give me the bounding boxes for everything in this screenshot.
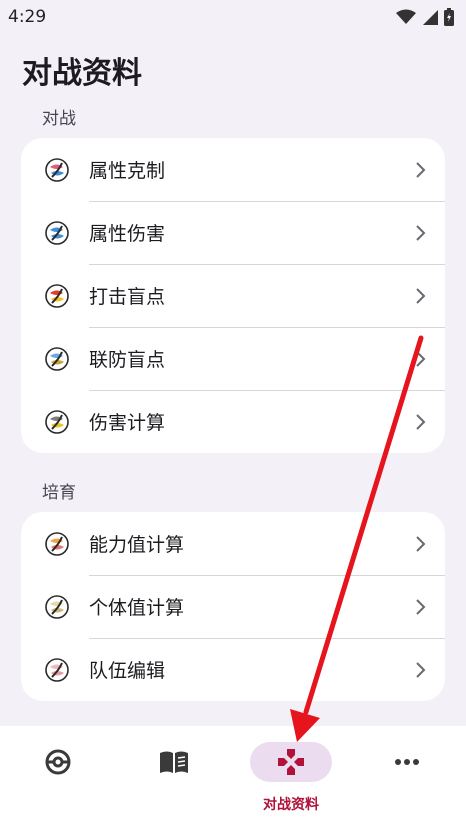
list-item[interactable]: 属性克制: [21, 138, 445, 201]
damage-calc-ball-icon: [45, 409, 69, 434]
chevron-right-icon: [416, 535, 426, 552]
team-edit-ball-icon: [45, 657, 69, 682]
list-item-label: 属性克制: [89, 160, 166, 182]
section-label-battle: 对战: [42, 109, 76, 129]
list-item[interactable]: 伤害计算: [21, 390, 445, 453]
list-item-label: 属性伤害: [89, 223, 166, 245]
stats-calc-ball-icon: [45, 531, 69, 556]
nav-more[interactable]: [349, 726, 465, 830]
list-item-label: 个体值计算: [89, 597, 185, 619]
nav-guide[interactable]: [116, 726, 232, 830]
chevron-right-icon: [416, 161, 426, 178]
status-icons: [396, 8, 454, 26]
more-icon: [395, 759, 419, 765]
wifi-icon: [396, 9, 416, 24]
nav-label-battle-data: 对战资料: [263, 797, 319, 813]
defense-ball-icon: [45, 346, 69, 371]
nav-battle-data[interactable]: 对战资料: [233, 726, 349, 830]
chevron-right-icon: [416, 598, 426, 615]
list-item[interactable]: 队伍编辑: [21, 638, 445, 701]
chevron-right-icon: [416, 287, 426, 304]
chevron-right-icon: [416, 661, 426, 678]
list-item-label: 能力值计算: [89, 534, 185, 556]
list-item-label: 队伍编辑: [89, 660, 166, 682]
nav-pill: [133, 742, 215, 782]
type-damage-ball-icon: [45, 220, 69, 245]
status-bar: 4:29: [0, 0, 466, 34]
battle-card: 属性克制属性伤害打击盲点联防盲点伤害计算: [21, 138, 445, 453]
list-item-label: 打击盲点: [89, 286, 166, 308]
chevron-right-icon: [416, 413, 426, 430]
nav-pill: [17, 742, 99, 782]
coverage-ball-icon: [45, 283, 69, 308]
nav-pill-active: [250, 742, 332, 782]
battery-icon: [444, 8, 454, 26]
status-time: 4:29: [8, 7, 47, 27]
section-label-breeding: 培育: [42, 483, 76, 503]
list-item[interactable]: 属性伤害: [21, 201, 445, 264]
chevron-right-icon: [416, 224, 426, 241]
signal-icon: [423, 10, 438, 25]
iv-calc-ball-icon: [45, 594, 69, 619]
type-chart-ball-icon: [45, 157, 69, 182]
list-item-label: 联防盲点: [89, 349, 166, 371]
list-item-label: 伤害计算: [89, 412, 166, 434]
list-item[interactable]: 能力值计算: [21, 512, 445, 575]
nav-pill: [366, 742, 448, 782]
nav-pokedex[interactable]: [0, 726, 116, 830]
list-item[interactable]: 打击盲点: [21, 264, 445, 327]
gamepad-icon: [278, 749, 304, 775]
list-item[interactable]: 联防盲点: [21, 327, 445, 390]
page-title: 对战资料: [22, 56, 142, 91]
pokeball-icon: [45, 749, 71, 775]
chevron-right-icon: [416, 350, 426, 367]
breeding-card: 能力值计算个体值计算队伍编辑: [21, 512, 445, 701]
list-item[interactable]: 个体值计算: [21, 575, 445, 638]
bottom-nav: 对战资料: [0, 726, 466, 830]
book-icon: [160, 751, 188, 773]
